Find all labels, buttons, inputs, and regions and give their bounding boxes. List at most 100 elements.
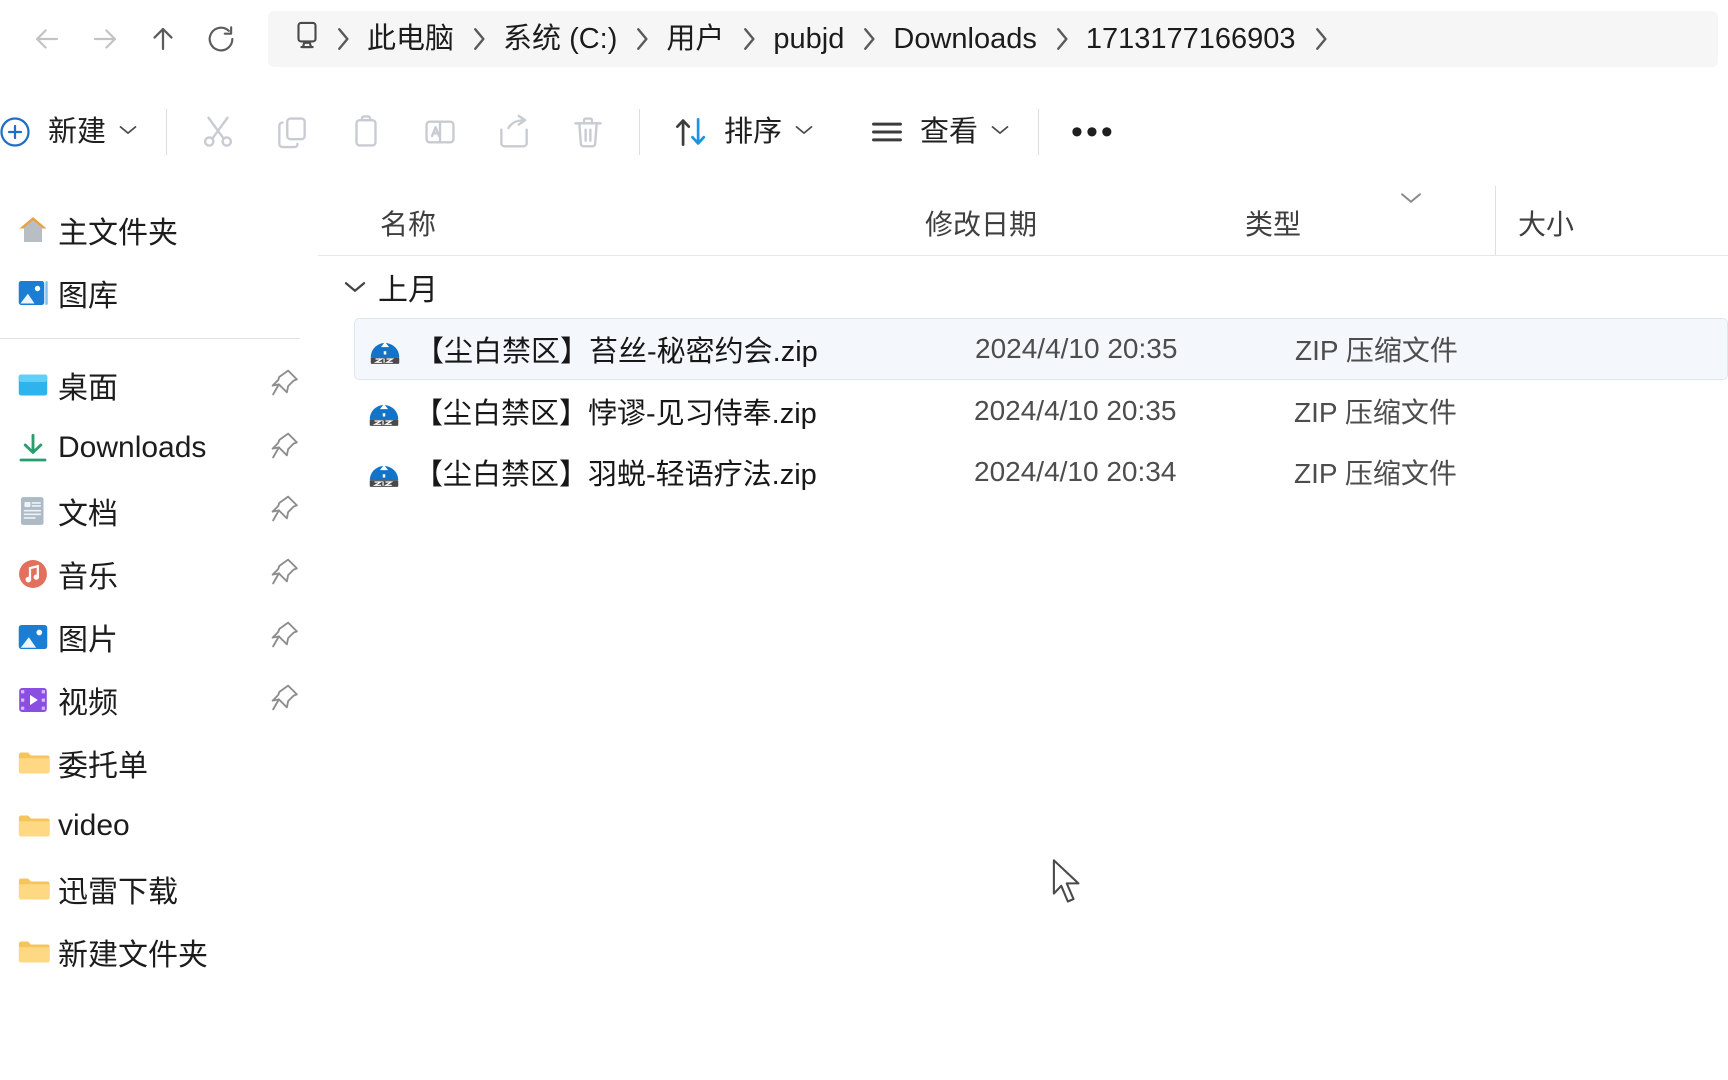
table-row[interactable]: 【尘白禁区】悖谬-见习侍奉.zip 2024/4/10 20:35 ZIP 压缩… [354,380,1728,441]
sidebar-label: 桌面 [58,371,118,405]
arrow-left-icon [30,22,64,56]
column-header-size[interactable]: 大小 [1495,186,1625,255]
delete-button[interactable] [551,101,625,163]
toolbar-divider [639,109,641,155]
breadcrumb-item-1[interactable]: 系统 (C:) [491,18,629,61]
breadcrumb-separator [466,26,491,52]
sidebar-item-videos[interactable]: 视频 [0,668,318,731]
paste-icon [343,109,389,155]
breadcrumb-separator [736,26,761,52]
arrow-up-icon [146,22,180,56]
sidebar-label: 主文件夹 [58,216,178,250]
refresh-button[interactable] [192,10,250,68]
table-row[interactable]: 【尘白禁区】羽蜕-轻语疗法.zip 2024/4/10 20:34 ZIP 压缩… [354,441,1728,502]
arrow-right-icon [88,22,122,56]
chevron-down-icon [118,122,138,142]
gallery-icon [8,275,58,311]
breadcrumb-item-5[interactable]: 1713177166903 [1074,18,1308,61]
more-options-button[interactable]: ••• [1053,113,1134,152]
sidebar-item-folder-2[interactable]: 迅雷下载 [0,857,318,920]
sidebar-item-folder-1[interactable]: video [0,794,318,857]
sort-button-label: 排序 [724,115,783,148]
chevron-down-icon[interactable] [338,279,372,295]
column-header-date[interactable]: 修改日期 [925,186,1245,255]
table-row[interactable]: 【尘白禁区】苔丝-秘密约会.zip 2024/4/10 20:35 ZIP 压缩… [354,318,1728,380]
sort-button[interactable]: 排序 [654,101,828,163]
group-header-label: 上月 [378,274,438,307]
view-button-label: 查看 [920,115,979,148]
sort-arrows-icon [668,109,714,155]
folder-icon [8,934,58,970]
file-name: 【尘白禁区】苔丝-秘密约会.zip [415,336,818,368]
new-button[interactable]: 新建 [0,101,152,163]
forward-button[interactable] [76,10,134,68]
file-date: 2024/4/10 20:35 [975,333,1178,364]
sidebar-label: 新建文件夹 [58,938,208,972]
breadcrumb-item-4[interactable]: Downloads [881,18,1048,61]
breadcrumb[interactable]: 此电脑 系统 (C:) 用户 pubjd Downloads 171317716… [268,11,1718,67]
paste-button[interactable] [329,101,403,163]
videos-icon [8,682,58,718]
address-bar: 此电脑 系统 (C:) 用户 pubjd Downloads 171317716… [0,0,1728,78]
sidebar-label: 委托单 [58,749,148,783]
file-date: 2024/4/10 20:35 [974,394,1177,426]
sidebar-item-home[interactable]: 主文件夹 [0,198,318,261]
pin-icon[interactable] [270,493,300,528]
sidebar-item-downloads[interactable]: Downloads [0,416,318,479]
downloads-icon [8,430,58,466]
scissors-icon [195,109,241,155]
zip-archive-icon [354,392,414,430]
sidebar-item-gallery[interactable]: 图库 [0,261,318,324]
navigation-pane[interactable]: 主文件夹 图库 桌面 Downloads 文档 音乐 图片 视频 委托单 vid… [0,186,318,1080]
breadcrumb-item-0[interactable]: 此电脑 [355,18,466,61]
copy-button[interactable] [255,101,329,163]
new-button-label: 新建 [48,115,107,148]
breadcrumb-separator [1049,26,1074,52]
view-button[interactable]: 查看 [850,101,1024,163]
cut-button[interactable] [181,101,255,163]
share-button[interactable] [477,101,551,163]
up-button[interactable] [134,10,192,68]
breadcrumb-separator [330,26,355,52]
breadcrumb-item-2[interactable]: 用户 [654,18,736,61]
plus-circle-icon [0,109,38,155]
sidebar-label: 图库 [58,279,118,313]
rename-icon [417,109,463,155]
sidebar-label: 视频 [58,686,118,720]
sidebar-item-documents[interactable]: 文档 [0,479,318,542]
command-toolbar: 新建 排序 查看 ••• [0,78,1728,186]
rename-button[interactable] [403,101,477,163]
pictures-icon [8,619,58,655]
pin-icon[interactable] [270,430,300,465]
sidebar-item-pictures[interactable]: 图片 [0,605,318,668]
back-button[interactable] [18,10,76,68]
pin-icon[interactable] [270,367,300,402]
breadcrumb-root-icon[interactable] [284,14,330,65]
trash-icon [565,109,611,155]
breadcrumb-separator [629,26,654,52]
sidebar-label: 文档 [58,497,118,531]
documents-icon [8,493,58,529]
chevron-down-icon [794,122,814,142]
column-header-type[interactable]: 类型 [1245,186,1495,255]
zip-archive-icon [354,453,414,491]
column-header-name[interactable]: 名称 [380,186,925,255]
zip-archive-icon [355,330,415,368]
group-header-last-month[interactable]: 上月 [318,256,1728,318]
sidebar-item-folder-3[interactable]: 新建文件夹 [0,920,318,983]
pin-icon[interactable] [270,619,300,654]
pin-icon[interactable] [270,682,300,717]
sidebar-item-desktop[interactable]: 桌面 [0,353,318,416]
folder-icon [8,871,58,907]
file-type: ZIP 压缩文件 [1295,335,1458,366]
sidebar-label: Downloads [58,430,207,464]
breadcrumb-separator [856,26,881,52]
chevron-down-icon [990,122,1010,142]
music-icon [8,556,58,592]
pin-icon[interactable] [270,556,300,591]
sidebar-item-music[interactable]: 音乐 [0,542,318,605]
breadcrumb-separator [1308,26,1333,52]
sidebar-item-folder-0[interactable]: 委托单 [0,731,318,794]
breadcrumb-item-3[interactable]: pubjd [761,18,856,61]
toolbar-divider [166,109,168,155]
